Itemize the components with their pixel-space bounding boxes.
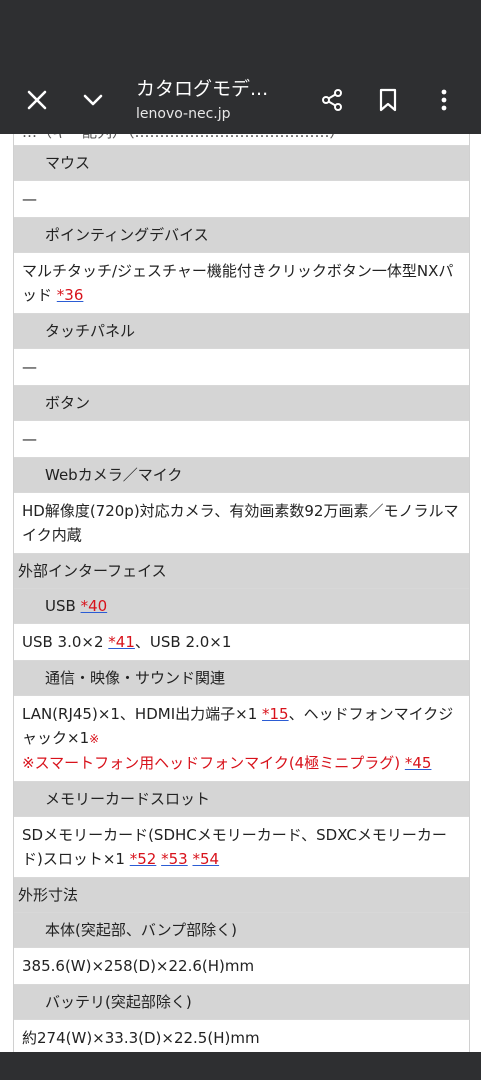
memory-card-text: SDメモリーカード(SDHCメモリーカード、SDXCメモリーカード)スロット×1: [22, 826, 447, 868]
usb-label-text: USB: [45, 597, 81, 615]
share-button[interactable]: [312, 80, 352, 120]
footnote-link[interactable]: *52: [130, 850, 157, 868]
footnote-link[interactable]: *53: [161, 850, 188, 868]
memory-card-label: メモリーカードスロット: [14, 782, 469, 817]
touch-panel-label: タッチパネル: [14, 314, 469, 349]
body-dimensions-label: 本体(突起部、バンプ部除く): [14, 913, 469, 948]
spec-table: …（キー配列）（…………………………………） マウス — ポインティングデバイス…: [13, 134, 470, 1052]
memory-card-value: SDメモリーカード(SDHCメモリーカード、SDXCメモリーカード)スロット×1…: [14, 817, 469, 878]
footnote-link[interactable]: *15: [262, 705, 289, 723]
page-url: lenovo-nec.jp: [136, 106, 231, 122]
footnote-link[interactable]: *45: [405, 754, 432, 772]
footnote-link[interactable]: *54: [192, 850, 219, 868]
pointing-device-text: マルチタッチ/ジェスチャー機能付きクリックボタン一体型NXパッド: [22, 262, 454, 304]
more-vert-icon: [441, 89, 447, 111]
pointing-device-label: ポインティングデバイス: [14, 218, 469, 253]
button-label: ボタン: [14, 386, 469, 421]
mouse-label: マウス: [14, 146, 469, 181]
battery-dimensions-value: 約274(W)×33.3(D)×22.5(H)mm: [14, 1020, 469, 1052]
footnote-link[interactable]: *36: [57, 286, 84, 304]
bookmark-button[interactable]: [368, 80, 408, 120]
footnote-link[interactable]: *40: [81, 597, 108, 615]
cut-off-row: …（キー配列）（…………………………………）: [14, 134, 469, 146]
usb-label: USB *40: [14, 589, 469, 624]
browser-toolbar: カタログモデ... lenovo-nec.jp: [0, 68, 481, 134]
button-value: —: [14, 421, 469, 458]
touch-panel-value: —: [14, 349, 469, 386]
footnote-link[interactable]: *41: [108, 633, 135, 651]
body-dimensions-value: 385.6(W)×258(D)×22.6(H)mm: [14, 948, 469, 985]
pointing-device-value: マルチタッチ/ジェスチャー機能付きクリックボタン一体型NXパッド *36: [14, 253, 469, 314]
bookmark-icon: [379, 88, 397, 112]
close-button[interactable]: [17, 80, 57, 120]
more-options-button[interactable]: [424, 80, 464, 120]
navigation-bar: [0, 1052, 481, 1080]
status-bar: [0, 0, 481, 68]
communication-label: 通信・映像・サウンド関連: [14, 661, 469, 696]
page-title-block: カタログモデ... lenovo-nec.jp: [136, 76, 296, 124]
battery-dimensions-label: バッテリ(突起部除く): [14, 985, 469, 1020]
note-mark: ※: [89, 732, 100, 746]
close-icon: [27, 90, 47, 110]
usb-value-text-b: 、USB 2.0×1: [134, 633, 232, 651]
external-interface-category: 外部インターフェイス: [14, 554, 469, 589]
dimensions-category: 外形寸法: [14, 878, 469, 913]
chevron-down-icon: [83, 94, 103, 106]
mouse-value: —: [14, 181, 469, 218]
page-content[interactable]: …（キー配列）（…………………………………） マウス — ポインティングデバイス…: [0, 134, 481, 1052]
communication-text-a: LAN(RJ45)×1、HDMI出力端子×1: [22, 705, 263, 723]
usb-value: USB 3.0×2 *41、USB 2.0×1: [14, 624, 469, 661]
page-title: カタログモデ...: [136, 78, 269, 100]
communication-value: LAN(RJ45)×1、HDMI出力端子×1 *15、ヘッドフォンマイクジャック…: [14, 696, 469, 782]
webcam-label: Webカメラ／マイク: [14, 458, 469, 493]
webcam-value: HD解像度(720p)対応カメラ、有効画素数92万画素／モノラルマイク内蔵: [14, 493, 469, 554]
usb-value-text-a: USB 3.0×2: [22, 633, 109, 651]
communication-note: ※スマートフォン用ヘッドフォンマイク(4極ミニプラグ): [22, 754, 405, 772]
collapse-button[interactable]: [73, 80, 113, 120]
share-icon: [322, 89, 342, 111]
